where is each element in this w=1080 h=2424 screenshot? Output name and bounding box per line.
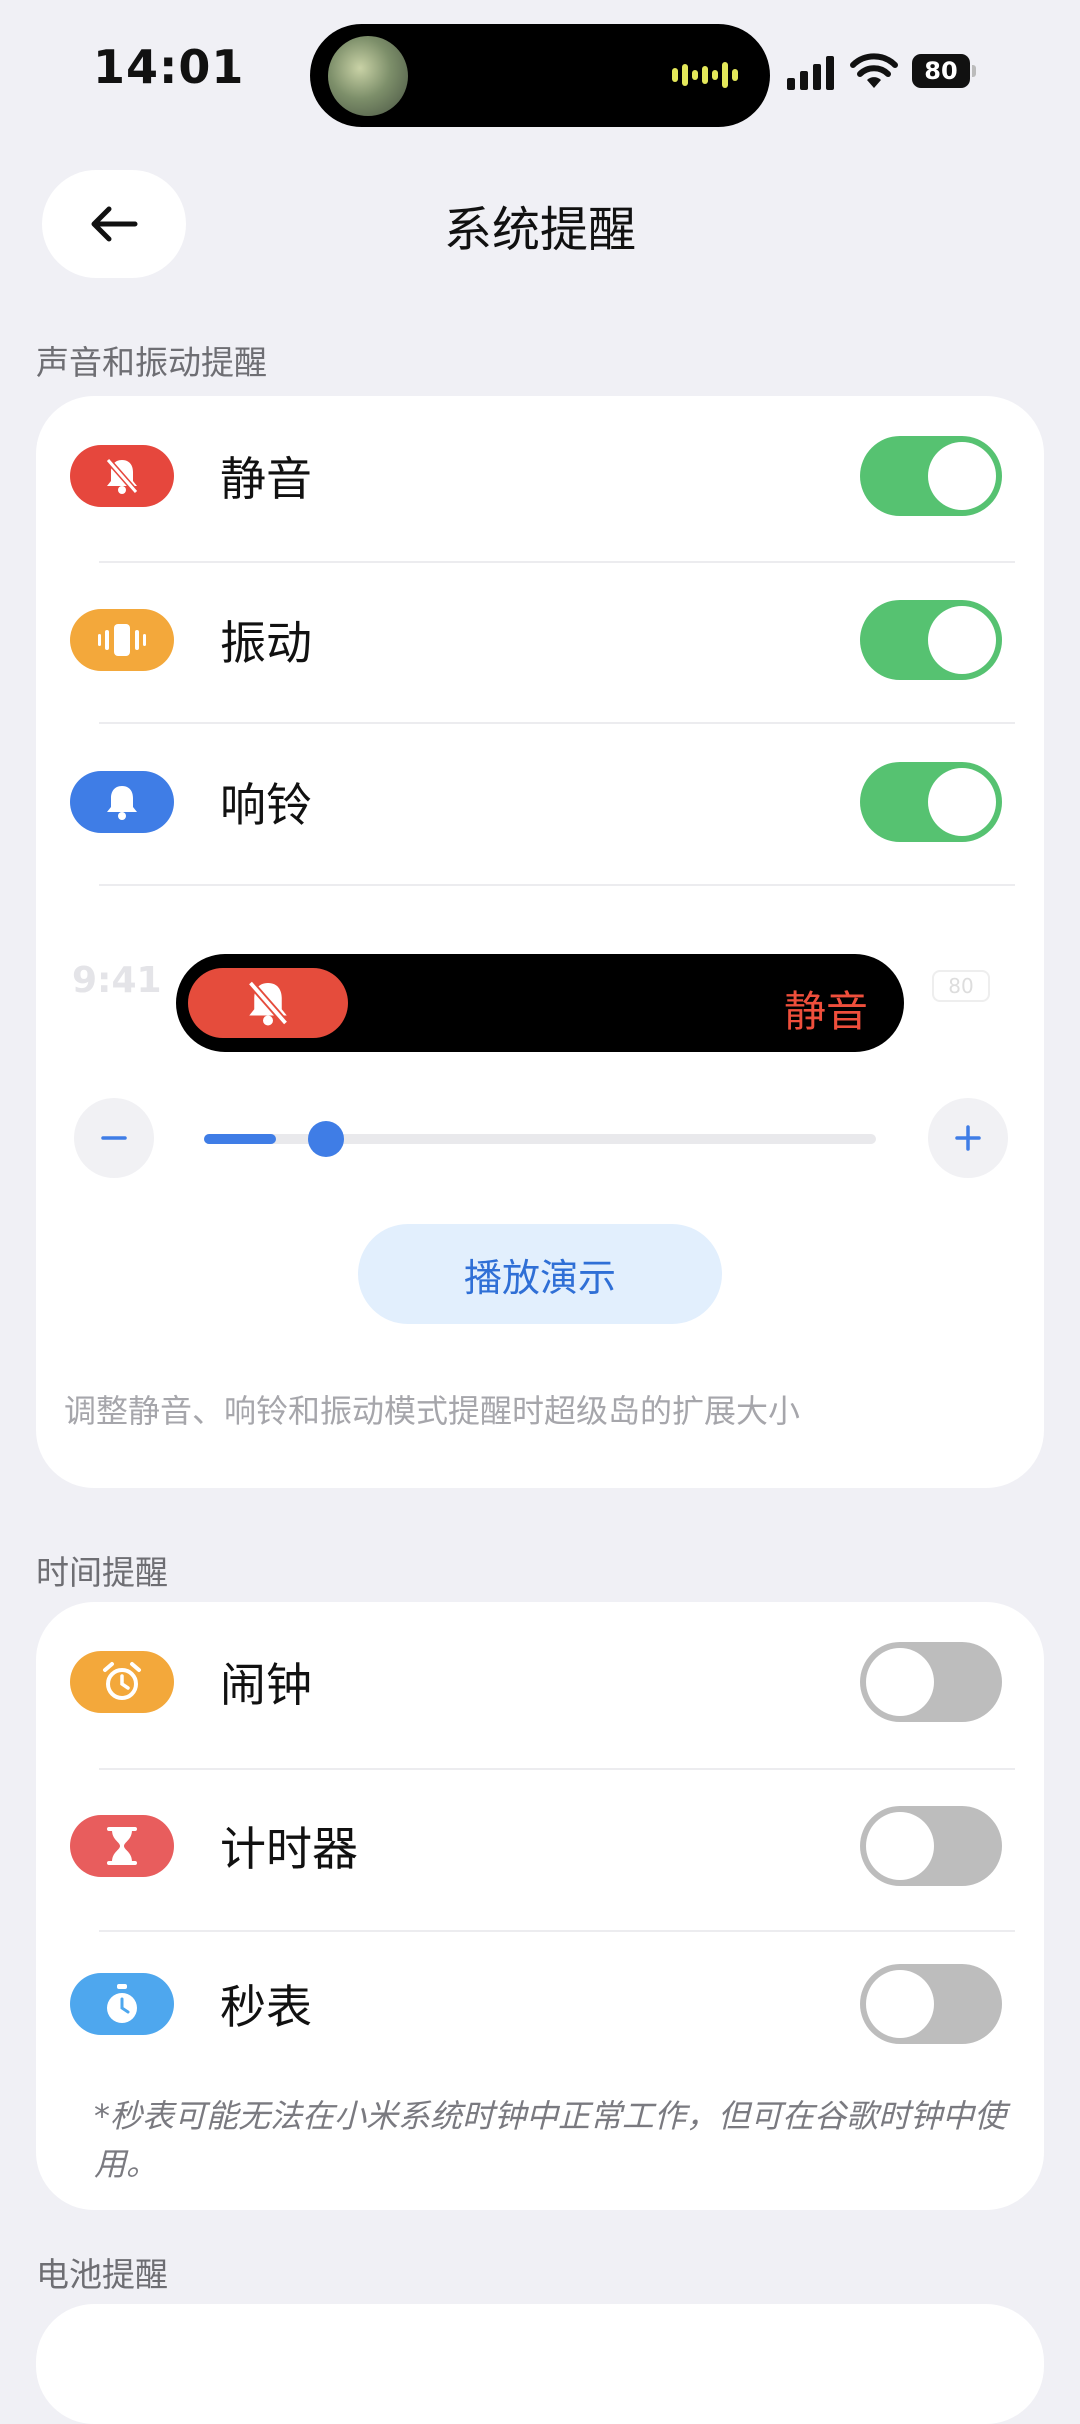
- setting-row-ring[interactable]: 响铃: [36, 722, 1044, 882]
- slider-fill: [204, 1134, 276, 1144]
- divider: [99, 884, 1015, 886]
- ring-label: 响铃: [220, 778, 312, 832]
- setting-row-timer[interactable]: 计时器: [36, 1766, 1044, 1926]
- play-demo-button[interactable]: 播放演示: [358, 1224, 722, 1324]
- bell-slash-icon: [247, 980, 289, 1026]
- preview-battery: 80: [932, 970, 990, 1002]
- time-card: 闹钟 计时器 秒表 *秒表可能无法在小米系统时钟中正常工作，但可在谷歌时钟中使用…: [36, 1602, 1044, 2210]
- preview-mute-pill: [188, 968, 348, 1038]
- alarm-clock-icon: [103, 1662, 141, 1700]
- status-time: 14:01: [93, 40, 245, 94]
- size-hint-text: 调整静音、响铃和振动模式提醒时超级岛的扩展大小: [64, 1392, 801, 1430]
- section-label-sound: 声音和振动提醒: [36, 343, 267, 382]
- battery-card: [36, 2304, 1044, 2424]
- mute-pill: [70, 445, 174, 507]
- setting-row-stopwatch[interactable]: 秒表: [36, 1924, 1044, 2084]
- minus-icon: [101, 1136, 127, 1140]
- timer-toggle[interactable]: [860, 1806, 1002, 1886]
- alarm-pill: [70, 1651, 174, 1713]
- stopwatch-note: *秒表可能无法在小米系统时钟中正常工作，但可在谷歌时钟中使用。: [94, 2097, 1007, 2183]
- ring-pill: [70, 771, 174, 833]
- vibrate-toggle[interactable]: [860, 600, 1002, 680]
- media-thumbnail: [328, 36, 408, 116]
- setting-row-mute[interactable]: 静音: [36, 396, 1044, 556]
- page-title: 系统提醒: [443, 202, 636, 258]
- hourglass-icon: [107, 1827, 137, 1865]
- audio-wave-icon: [672, 62, 738, 88]
- sound-card: 静音 振动 响铃 9:41 80 静音 播放演示 调整静音、响铃和振动模式提醒时…: [36, 396, 1044, 1488]
- ring-toggle[interactable]: [860, 762, 1002, 842]
- setting-row-vibrate[interactable]: 振动: [36, 560, 1044, 720]
- stopwatch-pill: [70, 1973, 174, 2035]
- status-bar: 14:01 80: [0, 0, 1080, 140]
- stopwatch-label: 秒表: [220, 1980, 312, 2034]
- vibrate-label: 振动: [220, 616, 312, 670]
- mute-label: 静音: [220, 452, 312, 506]
- bell-icon: [107, 786, 137, 820]
- preview-island: 静音: [176, 954, 904, 1052]
- vibrate-pill: [70, 609, 174, 671]
- slider-thumb[interactable]: [308, 1121, 344, 1157]
- bell-slash-icon: [105, 458, 139, 494]
- section-label-time: 时间提醒: [36, 1553, 168, 1592]
- timer-pill: [70, 1815, 174, 1877]
- stopwatch-toggle[interactable]: [860, 1964, 1002, 2044]
- preview-mute-text: 静音: [783, 987, 868, 1036]
- alarm-toggle[interactable]: [860, 1642, 1002, 1722]
- decrease-button[interactable]: [74, 1098, 154, 1178]
- plus-icon: [955, 1125, 981, 1151]
- setting-row-alarm[interactable]: 闹钟: [36, 1602, 1044, 1762]
- timer-label: 计时器: [220, 1822, 358, 1876]
- mute-toggle[interactable]: [860, 436, 1002, 516]
- vibrate-icon: [98, 624, 146, 656]
- stopwatch-icon: [107, 1984, 137, 2023]
- wifi-icon: [850, 53, 898, 88]
- size-slider[interactable]: [204, 1121, 876, 1157]
- battery-indicator: 80: [912, 54, 976, 88]
- cellular-signal-icon: [787, 56, 834, 90]
- increase-button[interactable]: [928, 1098, 1008, 1178]
- preview-time: 9:41: [72, 960, 162, 1001]
- island-preview: 9:41 80 静音: [36, 916, 1044, 1056]
- section-label-battery: 电池提醒: [36, 2255, 168, 2294]
- alarm-label: 闹钟: [220, 1658, 312, 1712]
- dynamic-island[interactable]: [310, 24, 770, 127]
